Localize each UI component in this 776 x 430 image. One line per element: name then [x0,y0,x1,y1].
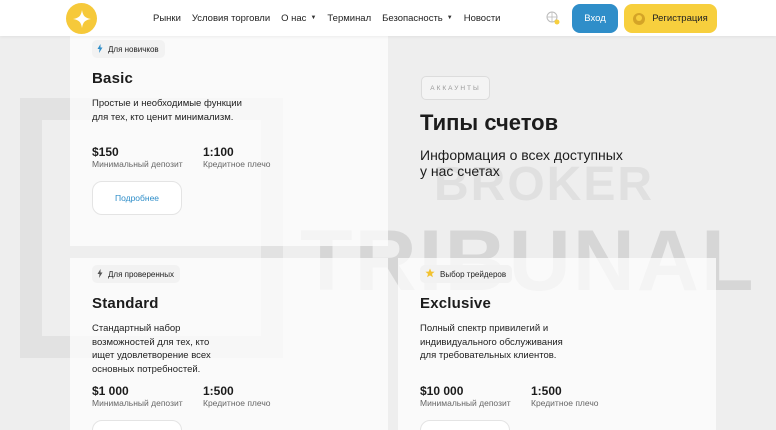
bolt-icon [97,268,103,280]
min-deposit-value: $10 000 [420,384,464,398]
language-icon[interactable] [546,11,560,25]
badge-label: Для новичков [108,44,159,54]
nav-terminal-label: Терминал [327,12,372,24]
nav-markets-label: Рынки [153,12,181,24]
account-badge: Выбор трейдеров [420,265,513,283]
page-subtitle: Информация о всех доступных у нас счетах [420,147,623,179]
leverage-value: 1:500 [531,384,562,398]
account-card-exclusive: Выбор трейдеров Exclusive Полный спектр … [398,258,716,430]
logo-icon[interactable] [66,3,97,34]
more-button[interactable] [92,420,182,430]
nav-about-label: О нас [281,12,307,24]
account-badge: Для проверенных [92,265,180,283]
site-header: Рынки Условия торговли О нас ▼ Терминал Б… [0,0,776,36]
user-icon [633,12,646,25]
min-deposit-label: Минимальный депозит [92,159,183,169]
nav-news[interactable]: Новости [464,13,501,24]
leverage-label: Кредитное плечо [203,398,271,408]
login-button[interactable]: Вход [572,4,618,33]
nav-security-label: Безопасность [382,12,443,24]
more-button[interactable] [420,420,510,430]
register-button-label: Регистрация [652,13,708,24]
badge-label: Для проверенных [108,269,174,279]
account-description: Простые и необходимые функции для тех, к… [92,98,242,123]
account-description: Полный спектр привилегий и индивидуально… [420,323,563,361]
more-button[interactable]: Подробнее [92,181,182,215]
bolt-icon [97,43,103,55]
section-tag: АККАУНТЫ [421,76,490,100]
leverage-value: 1:500 [203,384,234,398]
leverage-value: 1:100 [203,145,234,159]
nav-trading-conditions-label: Условия торговли [191,12,271,24]
leverage-label: Кредитное плечо [531,398,599,408]
min-deposit-value: $150 [92,145,119,159]
nav-about[interactable]: О нас ▼ [281,13,316,24]
leverage-label: Кредитное плечо [203,159,271,169]
account-card-standard: Для проверенных Standard Стандартный наб… [70,258,388,430]
badge-label: Выбор трейдеров [440,269,507,279]
chevron-down-icon: ▼ [310,15,317,21]
nav-terminal[interactable]: Терминал [327,13,371,24]
register-button[interactable]: Регистрация [624,4,717,33]
star-icon [425,268,435,280]
account-badge: Для новичков [92,40,165,58]
chevron-down-icon: ▼ [446,15,453,21]
min-deposit-label: Минимальный депозит [420,398,511,408]
min-deposit-label: Минимальный депозит [92,398,183,408]
main-nav: Рынки Условия торговли О нас ▼ Терминал Б… [153,0,511,36]
page-title: Типы счетов [420,110,559,135]
nav-trading-conditions[interactable]: Условия торговли [192,13,270,24]
account-title: Basic [92,70,134,87]
account-description: Стандартный набор возможностей для тех, … [92,323,211,375]
account-title: Exclusive [420,295,492,312]
nav-news-label: Новости [463,12,501,24]
min-deposit-value: $1 000 [92,384,129,398]
nav-markets[interactable]: Рынки [153,13,181,24]
account-title: Standard [92,295,159,312]
nav-security[interactable]: Безопасность ▼ [382,13,453,24]
account-card-basic: Для новичков Basic Простые и необходимые… [70,36,388,246]
